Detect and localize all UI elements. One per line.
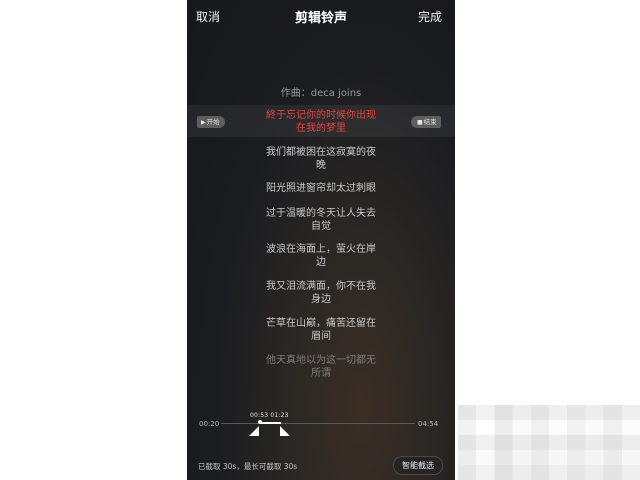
start-marker-label: 开始 — [206, 118, 220, 126]
lyric-line[interactable]: 終于忘记你的时候你出现 — [255, 109, 387, 122]
done-button[interactable]: 完成 — [418, 8, 442, 25]
lyric-line[interactable]: 芒草在山巅，痛苦还留在 — [255, 317, 387, 330]
clip-duration-info: 已截取 30s，最长可截取 30s — [198, 462, 298, 471]
smart-select-button[interactable]: 智能截选 — [393, 456, 443, 475]
navigation-bar: 取消 剪辑铃声 完成 — [187, 0, 455, 30]
lyric-line[interactable]: 身边 — [255, 293, 387, 306]
phone-screen: 取消 剪辑铃声 完成 作曲：deca joins ▶开始 ■结束 終于忘记你的时… — [187, 0, 455, 480]
start-marker[interactable]: ▶开始 — [197, 116, 225, 128]
page-title: 剪辑铃声 — [294, 11, 347, 26]
lyric-line[interactable]: 自觉 — [255, 220, 387, 233]
lyric-line[interactable]: 在我的梦里 — [255, 122, 387, 135]
lyric-line[interactable]: 我们都被困在这寂寞的夜 — [255, 146, 387, 159]
lyric-line[interactable]: 他天真地以为这一切都无 — [255, 354, 387, 367]
selection-right-handle[interactable] — [280, 426, 290, 436]
lyric-line[interactable]: 过于温暖的冬天让人失去 — [255, 207, 387, 220]
lyric-line[interactable]: 阳光照进窗帘却太过刺眼 — [255, 182, 387, 195]
timeline-end-time: 04:54 — [418, 420, 439, 428]
end-marker[interactable]: ■结束 — [411, 116, 441, 128]
lyric-line[interactable]: 所谓 — [255, 367, 387, 380]
play-triangle-icon: ▶ — [201, 119, 206, 126]
lyric-line[interactable]: 我又泪流满面，你不在我 — [255, 280, 387, 293]
lyric-line[interactable]: 眉间 — [255, 330, 387, 343]
composer-credit: 作曲：deca joins — [280, 88, 362, 99]
timeline-start-time: 00:20 — [199, 420, 220, 428]
left-margin — [0, 0, 187, 480]
lyric-line[interactable]: 晚 — [255, 159, 387, 172]
stop-square-icon: ■ — [417, 119, 423, 126]
lyric-line[interactable]: 边 — [255, 256, 387, 269]
lyric-line[interactable]: 波浪在海面上，萤火在岸 — [255, 243, 387, 256]
selection-time-label: 00:53 01:23 — [250, 412, 289, 419]
selection-left-handle[interactable] — [249, 426, 259, 436]
timeline-selection — [259, 422, 281, 424]
playhead-dot[interactable] — [258, 420, 262, 424]
timeline-track[interactable] — [221, 423, 415, 424]
end-marker-label: 结束 — [423, 118, 437, 126]
blurred-watermark-area — [458, 405, 640, 480]
